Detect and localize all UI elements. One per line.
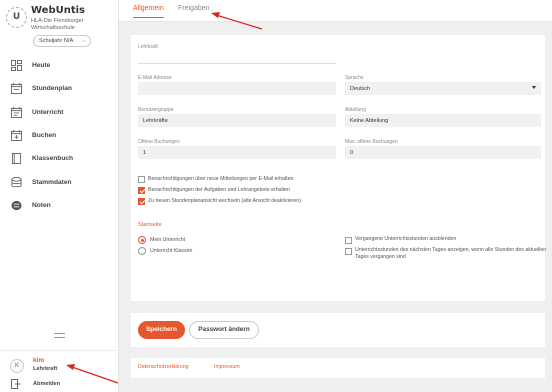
lehrkraft-field: Lehrkraft — [138, 44, 336, 66]
user-profile[interactable]: K kim Lehrkraft — [0, 350, 119, 378]
sprache-select[interactable]: Deutsch — [345, 82, 541, 95]
checkbox-email-notifications[interactable]: Benachrichtigungen über neue Mitteilunge… — [138, 175, 293, 183]
radio-selected-icon[interactable] — [138, 236, 146, 244]
logout-label: Abmelden — [33, 381, 61, 387]
sprache-field: Sprache Deutsch — [345, 75, 541, 97]
abteilung-field: Abteilung Keine Abteilung — [345, 107, 541, 129]
calendar-plus-icon — [11, 130, 22, 141]
checkbox-label: Zu neuen Stundenplanansicht wechseln (al… — [148, 198, 301, 204]
grades-icon — [11, 200, 22, 211]
change-password-button[interactable]: Passwort ändern — [189, 321, 259, 339]
checkbox-checked-icon[interactable] — [138, 186, 145, 194]
caret-down-icon — [532, 86, 536, 89]
offene-buchungen-input: 1 — [138, 146, 336, 159]
tab-freigaben[interactable]: Freigaben — [178, 5, 210, 17]
abteilung-label: Abteilung — [345, 107, 366, 113]
calendar-list-icon — [11, 106, 22, 118]
sidebar-item-noten[interactable]: Noten — [0, 194, 119, 217]
sidebar-item-label: Stundenplan — [32, 85, 72, 93]
sidebar: U WebUntis HLA-Die Flensburger Wirtschaf… — [0, 0, 119, 392]
save-button[interactable]: Speichern — [138, 321, 185, 339]
checkbox-label: Benachrichtigungen der Aufgaben und Lehr… — [148, 187, 290, 193]
radio-unterricht-klassen[interactable]: Unterricht Klassen — [138, 247, 192, 255]
user-name: kim — [33, 357, 45, 364]
sidebar-item-stundenplan[interactable]: Stundenplan — [0, 77, 119, 100]
radio-unselected-icon[interactable] — [138, 247, 146, 255]
benutzergruppe-field: Benutzergruppe Lehrkräfte — [138, 107, 336, 129]
checkbox-task-notifications[interactable]: Benachrichtigungen der Aufgaben und Lehr… — [138, 186, 290, 194]
benutzergruppe-label: Benutzergruppe — [138, 107, 174, 113]
school-year-select[interactable]: Schuljahr N/A ⌵ — [33, 35, 91, 47]
lehrkraft-label: Lehrkraft — [138, 44, 158, 50]
main-content: Allgemein Freigaben Lehrkraft E-Mail Adr… — [119, 0, 552, 392]
webuntis-logo-icon: U — [6, 7, 27, 28]
sidebar-item-klassenbuch[interactable]: Klassenbuch — [0, 147, 119, 170]
section-title-startseite: Startseite — [138, 222, 162, 228]
offene-buchungen-label: Offene Buchungen — [138, 139, 180, 145]
checkbox-label: Vergangene Unterrichtsstunden ausblenden — [355, 236, 457, 242]
max-buchungen-label: Max. offene Buchungen — [345, 139, 398, 145]
sidebar-item-label: Klassenbuch — [32, 155, 74, 163]
benutzergruppe-input: Lehrkräfte — [138, 114, 336, 127]
tab-allgemein[interactable]: Allgemein — [133, 5, 164, 18]
sidebar-item-stammdaten[interactable]: Stammdaten — [0, 170, 119, 193]
privacy-link[interactable]: Datenschutzerklärung — [138, 364, 188, 370]
school-name-line2: Wirtschaftsschule — [31, 24, 75, 31]
avatar: K — [10, 359, 24, 373]
checkbox-unchecked-icon[interactable] — [345, 237, 352, 244]
app-title: WebUntis — [31, 5, 86, 16]
sidebar-item-label: Heute — [32, 62, 51, 70]
action-bar: Speichern Passwort ändern — [131, 313, 545, 347]
school-name: HLA-Die Flensburger Wirtschaftsschule — [31, 18, 116, 31]
sidebar-item-label: Noten — [32, 201, 51, 209]
max-buchungen-field: Max. offene Buchungen 0 — [345, 139, 541, 161]
brand[interactable]: U WebUntis HLA-Die Flensburger Wirtschaf… — [6, 5, 116, 35]
email-field: E-Mail Adresse — [138, 75, 336, 97]
max-buchungen-input: 0 — [345, 146, 541, 159]
sidebar-item-unterricht[interactable]: Unterricht — [0, 101, 119, 124]
sidebar-item-label: Unterricht — [32, 108, 64, 116]
offene-buchungen-field: Offene Buchungen 1 — [138, 139, 336, 161]
sidebar-item-label: Stammdaten — [32, 178, 72, 186]
checkbox-label: Benachrichtigungen über neue Mitteilunge… — [148, 176, 294, 182]
email-input[interactable] — [138, 82, 336, 95]
menu-collapse-icon[interactable] — [54, 333, 65, 338]
book-icon — [11, 153, 22, 165]
calendar-icon — [11, 83, 22, 95]
checkbox-new-timetable-view[interactable]: Zu neuen Stundenplanansicht wechseln (al… — [138, 197, 301, 205]
sidebar-item-label: Buchen — [32, 132, 57, 140]
sidebar-item-heute[interactable]: Heute — [0, 54, 119, 77]
abteilung-input: Keine Abteilung — [345, 114, 541, 127]
checkbox-show-next-day[interactable]: Unterrichtsstunden des nächsten Tages an… — [345, 247, 551, 261]
radio-label: Unterricht Klassen — [150, 248, 193, 254]
radio-mein-unterricht[interactable]: Mein Unterricht — [138, 236, 185, 244]
school-year-label: Schuljahr N/A — [39, 38, 74, 44]
lehrkraft-input[interactable] — [138, 51, 336, 64]
checkbox-checked-icon[interactable] — [138, 197, 145, 205]
tab-bar: Allgemein Freigaben — [119, 0, 552, 22]
checkbox-label: Unterrichtsstunden des nächsten Tages an… — [355, 247, 547, 260]
checkbox-hide-past-lessons[interactable]: Vergangene Unterrichtsstunden ausblenden — [345, 236, 551, 244]
footer: Datenschutzerklärung Impressum — [131, 358, 545, 378]
database-icon — [11, 176, 22, 188]
checkbox-unchecked-icon[interactable] — [345, 248, 352, 255]
imprint-link[interactable]: Impressum — [214, 364, 240, 370]
logout-button[interactable]: Abmelden — [0, 378, 119, 392]
user-role: Lehrkraft — [33, 366, 58, 372]
sidebar-item-buchen[interactable]: Buchen — [0, 124, 119, 147]
sidebar-nav: Heute Stundenplan Unterricht Buchen Klas… — [0, 54, 119, 217]
sprache-value: Deutsch — [350, 85, 371, 92]
profile-settings-card: Lehrkraft E-Mail Adresse Sprache Deutsch… — [131, 35, 546, 301]
sprache-label: Sprache — [345, 75, 364, 81]
email-label: E-Mail Adresse — [138, 75, 172, 81]
logout-icon — [11, 379, 21, 389]
radio-label: Mein Unterricht — [150, 237, 186, 243]
dashboard-icon — [11, 60, 22, 72]
checkbox-unchecked-icon[interactable] — [138, 175, 145, 183]
chevron-down-icon: ⌵ — [81, 38, 86, 44]
